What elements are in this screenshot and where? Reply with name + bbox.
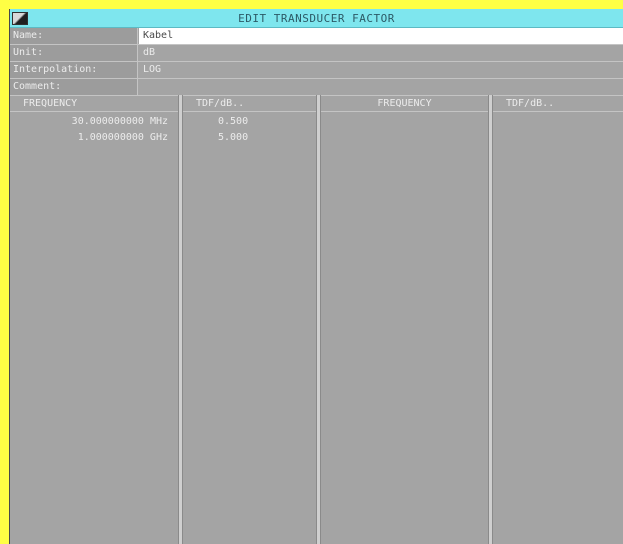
tdf-header-2: TDF/dB.. — [493, 95, 623, 112]
comment-row: Comment: — [10, 79, 623, 96]
table-row[interactable]: 30.000000000 MHz — [10, 114, 168, 129]
table-row[interactable]: 5.000 — [218, 130, 278, 145]
interpolation-row: Interpolation: LOG — [10, 62, 623, 79]
transducer-editor-window: EDIT TRANSDUCER FACTOR Name: Kabel Unit:… — [9, 9, 623, 544]
column-divider — [178, 95, 183, 544]
title-bar: EDIT TRANSDUCER FACTOR — [10, 9, 623, 28]
name-label: Name: — [10, 28, 138, 44]
frequency-header-2: FREQUENCY — [321, 95, 488, 112]
name-field[interactable]: Kabel — [139, 28, 623, 44]
comment-field[interactable] — [139, 79, 623, 95]
transducer-table: FREQUENCY TDF/dB.. FREQUENCY TDF/dB.. 30… — [10, 95, 623, 544]
comment-label: Comment: — [10, 79, 138, 95]
table-row[interactable]: 0.500 — [218, 114, 278, 129]
table-row[interactable]: 1.000000000 GHz — [10, 130, 168, 145]
frequency-cell: 1.000000000 GHz — [77, 132, 168, 143]
unit-row: Unit: dB — [10, 45, 623, 62]
name-row: Name: Kabel — [10, 28, 623, 45]
unit-label: Unit: — [10, 45, 138, 61]
window-title: EDIT TRANSDUCER FACTOR — [238, 12, 395, 25]
unit-field[interactable]: dB — [139, 45, 623, 61]
tdf-cell: 0.500 — [218, 116, 249, 127]
interpolation-label: Interpolation: — [10, 62, 138, 78]
tdf-cell: 5.000 — [218, 132, 249, 143]
column-divider — [488, 95, 493, 544]
tdf-header-1: TDF/dB.. — [183, 95, 316, 112]
interpolation-field[interactable]: LOG — [139, 62, 623, 78]
frequency-cell: 30.000000000 MHz — [71, 116, 168, 127]
frequency-header-1: FREQUENCY — [10, 95, 178, 112]
column-divider — [316, 95, 321, 544]
